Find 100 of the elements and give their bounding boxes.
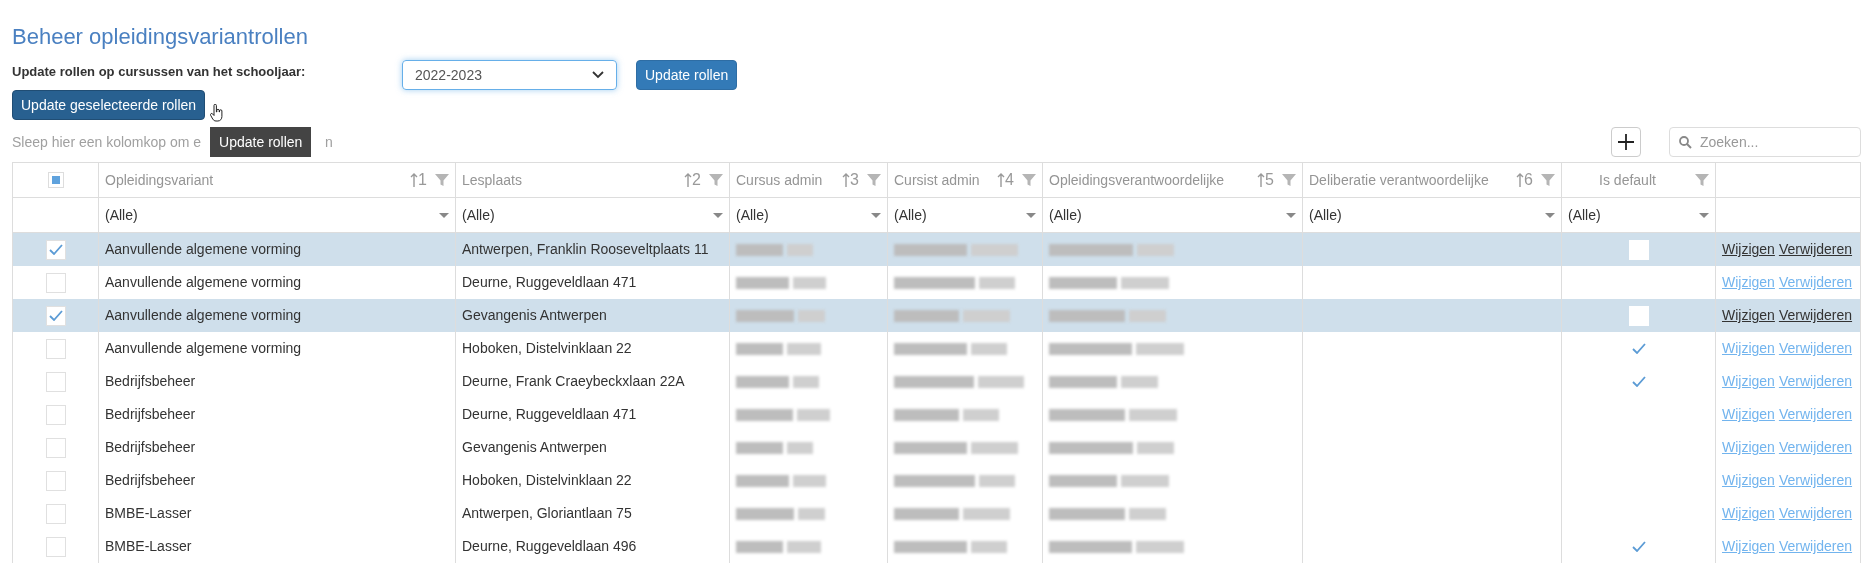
group-hint-text: Sleep hier een kolomkop om e	[12, 132, 202, 152]
filter-icon[interactable]	[1282, 173, 1296, 187]
filter-dropdown[interactable]: (Alle)	[1562, 198, 1716, 232]
edit-link[interactable]: Wijzigen	[1722, 470, 1775, 491]
table-cell-text: Hoboken, Distelvinklaan 22	[462, 339, 632, 358]
sort-indicator[interactable]: 4	[997, 168, 1014, 192]
filter-icon[interactable]	[1695, 173, 1709, 187]
row-checkbox[interactable]	[45, 371, 66, 392]
checkmark-icon	[1631, 376, 1646, 387]
filter-icon[interactable]	[1541, 173, 1555, 187]
edit-link[interactable]: Wijzigen	[1722, 371, 1775, 392]
row-checkbox[interactable]	[45, 404, 66, 425]
row-checkbox[interactable]	[45, 437, 66, 458]
schoolyear-label: Update rollen op cursussen van het schooljaar:	[12, 63, 307, 81]
edit-link[interactable]: Wijzigen	[1722, 404, 1775, 425]
column-header[interactable]: Cursus admin 3	[730, 163, 888, 197]
filter-dropdown[interactable]: (Alle)	[456, 198, 730, 232]
filter-dropdown[interactable]: (Alle)	[888, 198, 1043, 232]
filter-icon[interactable]	[1022, 173, 1036, 187]
filter-icon[interactable]	[867, 173, 881, 187]
hand-cursor-icon	[210, 104, 224, 122]
check-icon	[48, 244, 63, 255]
edit-link[interactable]: Wijzigen	[1722, 437, 1775, 458]
table-cell-text: Aanvullende algemene vorming	[105, 306, 302, 325]
filter-icon[interactable]	[435, 173, 449, 187]
delete-link[interactable]: Verwijderen	[1778, 503, 1853, 524]
chevron-down-icon	[592, 71, 604, 79]
delete-link[interactable]: Verwijderen	[1778, 272, 1853, 293]
check-icon	[48, 310, 63, 321]
edit-link[interactable]: Wijzigen	[1722, 536, 1775, 557]
sort-indicator[interactable]: 2	[684, 168, 701, 192]
table-cell-text: Deurne, Ruggeveldlaan 471	[462, 405, 637, 424]
filter-dropdown[interactable]: (Alle)	[99, 198, 456, 232]
edit-link[interactable]: Wijzigen	[1722, 272, 1775, 293]
sort-indicator[interactable]: 5	[1257, 168, 1274, 192]
table-cell-text: Bedrijfsbeheer	[105, 471, 196, 490]
plus-icon	[1617, 133, 1635, 151]
table-cell-text: Antwerpen, Franklin Rooseveltplaats 11	[462, 240, 709, 259]
caret-icon	[713, 212, 723, 218]
column-header[interactable]: Opleidingsvariant 1	[99, 163, 456, 197]
default-checkbox	[1628, 239, 1649, 260]
row-checkbox[interactable]	[45, 503, 66, 524]
caret-icon	[1286, 212, 1296, 218]
checkmark-icon	[1631, 541, 1646, 552]
column-header[interactable]: Lesplaats 2	[456, 163, 730, 197]
column-header[interactable]: Cursist admin 4	[888, 163, 1043, 197]
caret-icon	[1026, 212, 1036, 218]
caret-icon	[1699, 212, 1709, 218]
sort-indicator[interactable]: 1	[410, 168, 427, 192]
table-row[interactable]: Aanvullende algemene vorming Antwerpen, Franklin Rooseveltplaats 11 Wijzigen Verwijderen	[13, 233, 1860, 266]
filter-dropdown[interactable]: (Alle)	[730, 198, 888, 232]
table-cell-text: Antwerpen, Gloriantlaan 75	[462, 504, 632, 523]
add-button[interactable]	[1611, 127, 1641, 157]
update-roles-button[interactable]: Update rollen	[636, 60, 738, 90]
filter-dropdown[interactable]: (Alle)	[1303, 198, 1562, 232]
row-checkbox[interactable]	[45, 470, 66, 491]
table-cell-text: BMBE-Lasser	[105, 504, 192, 523]
column-header[interactable]: Opleidingsverantwoordelijke 5	[1043, 163, 1303, 197]
table-cell-text: Deurne, Ruggeveldlaan 471	[462, 273, 637, 292]
row-checkbox[interactable]	[45, 239, 66, 260]
group-hint-text: n	[325, 132, 333, 152]
search-field[interactable]: Zoeken...	[1669, 127, 1861, 157]
update-selected-roles-button[interactable]: Update geselecteerde rollen	[12, 90, 206, 120]
delete-link[interactable]: Verwijderen	[1778, 437, 1853, 458]
row-checkbox[interactable]	[45, 338, 66, 359]
table-cell-text: Bedrijfsbeheer	[105, 438, 196, 457]
column-header[interactable]: Is default	[1562, 163, 1716, 197]
delete-link[interactable]: Verwijderen	[1778, 239, 1853, 260]
schoolyear-select[interactable]: 2022-2023	[402, 60, 617, 90]
caret-icon	[1545, 212, 1555, 218]
table-cell-text: Hoboken, Distelvinklaan 22	[462, 471, 632, 490]
table-cell-text: Aanvullende algemene vorming	[105, 273, 302, 292]
delete-link[interactable]: Verwijderen	[1778, 404, 1853, 425]
row-checkbox[interactable]	[45, 305, 66, 326]
delete-link[interactable]: Verwijderen	[1778, 536, 1853, 557]
row-checkbox[interactable]	[45, 272, 66, 293]
filter-icon[interactable]	[709, 173, 723, 187]
row-checkbox[interactable]	[45, 536, 66, 557]
filter-dropdown[interactable]: (Alle)	[1043, 198, 1303, 232]
caret-icon	[439, 212, 449, 218]
edit-link[interactable]: Wijzigen	[1722, 503, 1775, 524]
edit-link[interactable]: Wijzigen	[1722, 338, 1775, 359]
sort-indicator[interactable]: 6	[1516, 168, 1533, 192]
table-cell-text: Gevangenis Antwerpen	[462, 306, 607, 325]
column-header[interactable]: Deliberatie verantwoordelijke 6	[1303, 163, 1562, 197]
delete-link[interactable]: Verwijderen	[1778, 305, 1853, 326]
delete-link[interactable]: Verwijderen	[1778, 338, 1853, 359]
table-cell-text: Deurne, Ruggeveldlaan 496	[462, 537, 637, 556]
search-icon	[1679, 136, 1692, 149]
sort-indicator[interactable]: 3	[842, 168, 859, 192]
delete-link[interactable]: Verwijderen	[1778, 470, 1853, 491]
select-all-checkbox[interactable]	[47, 172, 64, 188]
table-cell-text: Deurne, Frank Craeybeckxlaan 22A	[462, 372, 685, 391]
checkmark-icon	[1631, 343, 1646, 354]
table-row[interactable]: Aanvullende algemene vorming Gevangenis Antwerpen Wijzigen Verwijderen	[13, 299, 1860, 332]
edit-link[interactable]: Wijzigen	[1722, 239, 1775, 260]
table-cell-text: Aanvullende algemene vorming	[105, 339, 302, 358]
delete-link[interactable]: Verwijderen	[1778, 371, 1853, 392]
page-title: Beheer opleidingsvariantrollen	[12, 23, 309, 51]
edit-link[interactable]: Wijzigen	[1722, 305, 1775, 326]
